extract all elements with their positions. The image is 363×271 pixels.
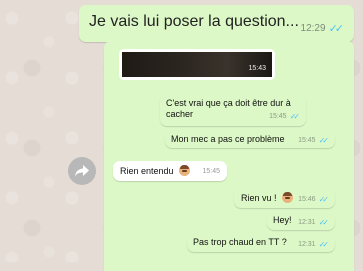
outgoing-message[interactable]: Rien vu ! 15:46 ✓✓ [234,188,335,208]
message-time: 15:45 [202,168,220,175]
message-meta: 15:45 [202,168,220,175]
double-check-icon: ✓✓ [318,195,330,204]
double-check-icon: ✓✓ [289,112,301,121]
double-check-icon: ✓✓ [318,240,330,249]
see-no-evil-monkey-icon [179,165,191,176]
message-text: Rien vu ! [241,193,277,203]
outgoing-message[interactable]: C'est vrai que ça doit être dur à cacher… [160,95,306,126]
message-meta: 15:45 ✓✓ [269,111,300,122]
message-time: 15:45 [298,137,316,144]
message-text: Pas trop chaud en TT ? [193,237,287,247]
outgoing-message[interactable]: Pas trop chaud en TT ? 12:31 ✓✓ [187,234,335,252]
message-time: 12:29 [300,23,326,34]
message-time: 12:31 [298,241,316,248]
message-text: Hey! [273,215,292,225]
message-meta: 12:29 ✓✓ [300,22,345,35]
incoming-message[interactable]: Rien entendu 15:45 [113,161,227,181]
message-text: Mon mec a pas ce problème [171,134,285,144]
photo-thumbnail: 15:43 [122,52,272,77]
outgoing-message-question[interactable]: Je vais lui poser la question... 12:29 ✓… [79,5,354,42]
media-image-preview[interactable]: 15:43 [119,49,275,80]
media-time: 15:43 [248,65,266,72]
message-time: 12:31 [298,219,316,226]
message-meta: 15:45 ✓✓ [298,136,329,145]
message-time: 15:46 [298,196,316,203]
message-meta: 12:31 ✓✓ [298,218,329,227]
message-text: Je vais lui poser la question... [89,13,299,30]
double-check-icon: ✓✓ [318,218,330,227]
see-no-evil-monkey-icon [282,192,294,203]
message-meta: 12:31 ✓✓ [298,240,329,249]
outgoing-message[interactable]: Hey! 12:31 ✓✓ [267,212,335,230]
double-check-icon: ✓✓ [328,23,345,35]
message-meta: 15:46 ✓✓ [298,195,329,204]
forward-button[interactable] [68,157,96,185]
double-check-icon: ✓✓ [318,136,330,145]
message-time: 15:45 [269,113,287,120]
forward-arrow-icon [75,165,89,177]
outgoing-message[interactable]: Mon mec a pas ce problème 15:45 ✓✓ [165,131,335,148]
message-text: Rien entendu [120,166,174,176]
